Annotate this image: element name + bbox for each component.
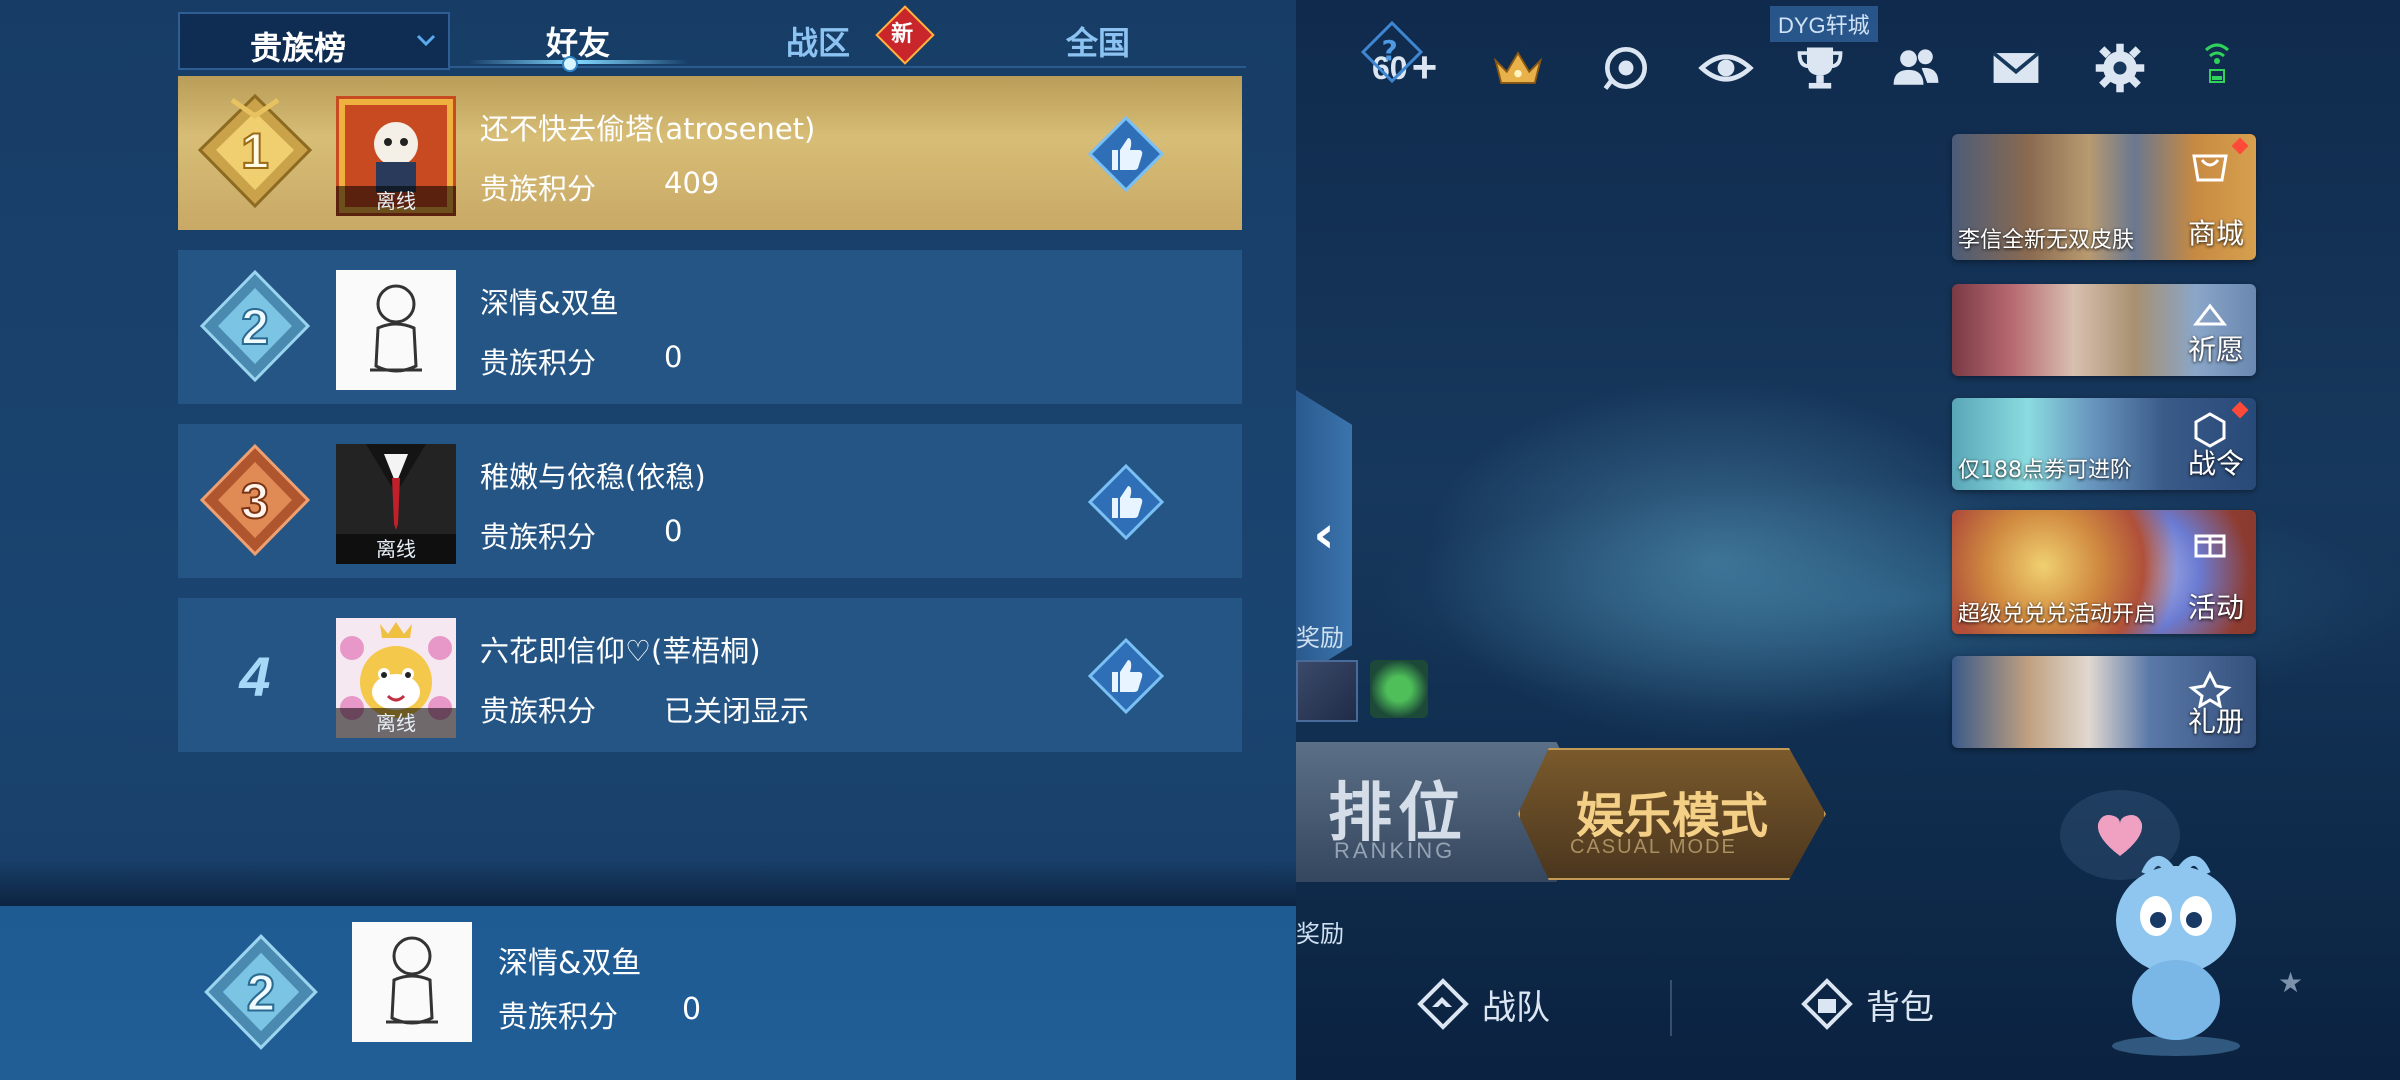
leaderboard-tabbar: 贵族榜 好友 战区 新 全国 ? (178, 5, 1424, 84)
rank-number: 4 (238, 645, 270, 708)
bag-icon (1801, 978, 1853, 1030)
rank-silver-badge: 2 (204, 934, 318, 1050)
thumbs-up-icon[interactable] (1088, 638, 1164, 714)
leaderboard-row[interactable]: 4 离线 六花即信仰♡(莘梧桐) 贵族积分 已关闭显示 (178, 598, 1242, 752)
settings-gear-icon[interactable] (2090, 38, 2150, 98)
wish-card[interactable]: 祈愿 (1952, 284, 2256, 376)
player-avatar[interactable]: 离线 (336, 444, 456, 564)
shop-card-label: 商城 (2187, 217, 2244, 250)
gift-book-card[interactable]: 礼册 (1952, 656, 2256, 748)
team-label: 战队 (1482, 987, 1550, 1028)
battle-pass-card-label: 战令 (2187, 447, 2244, 480)
offline-label: 离线 (336, 708, 456, 738)
my-rank-bar[interactable]: 2 深情&双鱼 贵族积分 0 (0, 906, 1296, 1080)
panel-divider (0, 860, 1296, 906)
player-name: 还不快去偷塔(atrosenet) (480, 112, 816, 146)
rewards-label: 奖励 (1296, 920, 1344, 948)
chevron-down-icon (416, 34, 436, 47)
active-tab-dot (562, 56, 578, 72)
player-name: 六花即信仰♡(莘梧桐) (480, 634, 761, 668)
board-type-label: 贵族榜 (250, 29, 347, 67)
leaderboard-row[interactable]: 1 离线 还不快去偷塔(atrosenet) 贵族积分 409 (178, 76, 1242, 230)
rewards-label: 奖励 (1296, 624, 1344, 652)
help-icon: ? (1381, 33, 1398, 67)
rank-number: 1 (241, 123, 269, 179)
rank-silver-badge: 2 (199, 269, 311, 383)
board-type-dropdown[interactable]: 贵族榜 (178, 12, 450, 70)
rank-number: 3 (241, 473, 269, 529)
rank-number: 2 (247, 964, 276, 1022)
score-label: 贵族积分 (480, 172, 597, 206)
rank-bronze-badge: 3 (199, 443, 311, 557)
player-avatar[interactable] (336, 270, 456, 390)
tab-national[interactable]: 全国 (1038, 18, 1158, 68)
avatar-image (352, 922, 472, 1042)
ranking-subtitle: RANKING (1334, 838, 1456, 863)
record-icon[interactable] (1596, 38, 1656, 98)
team-icon (1417, 978, 1469, 1030)
avatar-image (336, 270, 456, 390)
events-icon (2194, 534, 2226, 558)
shop-card[interactable]: 李信全新无双皮肤 商城 (1952, 134, 2256, 260)
score-value: 0 (664, 514, 683, 548)
trophy-icon[interactable] (1790, 38, 1850, 98)
rank-number-badge: 4 (238, 645, 270, 708)
shop-card-caption: 李信全新无双皮肤 (1958, 228, 2135, 253)
player-avatar[interactable]: 离线 (336, 618, 456, 738)
mail-icon[interactable] (1986, 38, 2046, 98)
score-label: 贵族积分 (480, 520, 597, 554)
player-name: 稚嫩与依稳(依稳) (480, 460, 706, 494)
bag-label: 背包 (1866, 987, 1934, 1028)
leaderboard-panel: 贵族榜 好友 战区 新 全国 ? 1 离线 还不快去偷塔(atrosenet) … (0, 0, 1424, 1080)
leaderboard-row[interactable]: 2 深情&双鱼 贵族积分 0 (178, 250, 1242, 404)
bag-button[interactable]: 背包 (1800, 972, 1934, 1036)
player-avatar[interactable]: 离线 (336, 96, 456, 216)
casual-mode-button[interactable]: 娱乐模式 CASUAL MODE (1518, 748, 1826, 880)
score-value: 0 (664, 340, 683, 374)
player-name: 深情&双鱼 (480, 286, 619, 320)
battle-pass-card-caption: 仅188点券可进阶 (1958, 458, 2132, 483)
offline-label: 离线 (336, 186, 456, 216)
friends-icon[interactable] (1886, 38, 1946, 98)
shop-icon (2192, 154, 2228, 182)
mascot-character[interactable] (2086, 790, 2256, 1060)
leaderboard-row[interactable]: 3 离线 稚嫩与依稳(依稳) 贵族积分 0 (178, 424, 1242, 578)
team-button[interactable]: 战队 (1416, 972, 1550, 1036)
score-value: 0 (682, 992, 702, 1027)
battle-pass-card[interactable]: 仅188点券可进阶 战令 (1952, 398, 2256, 490)
new-badge-label: 新 (891, 22, 914, 48)
events-card-label: 活动 (2187, 591, 2244, 624)
events-card-caption: 超级兑兑兑活动开启 (1958, 602, 2157, 627)
game-lobby-background: 60 + DYG轩城 李信全新无双皮肤 商城 祈愿 仅188点券可进阶 战令 超… (1296, 0, 2400, 1080)
reward-item[interactable] (1296, 660, 1358, 722)
reward-item[interactable] (1370, 660, 1428, 718)
casual-subtitle: CASUAL MODE (1570, 836, 1737, 858)
crown-icon[interactable] (1488, 38, 1548, 98)
my-name: 深情&双鱼 (498, 946, 642, 981)
server-tag: DYG轩城 (1770, 6, 1878, 42)
my-avatar[interactable] (352, 922, 472, 1042)
events-card[interactable]: 超级兑兑兑活动开启 活动 (1952, 510, 2256, 634)
rank-gold-badge: 1 (197, 93, 313, 209)
tab-region[interactable]: 战区 (758, 18, 878, 68)
new-badge: 新 (875, 5, 935, 65)
thumbs-up-icon[interactable] (1088, 116, 1164, 192)
score-label: 贵族积分 (480, 694, 597, 728)
wifi-signal-icon (2204, 43, 2230, 83)
score-value: 已关闭显示 (664, 694, 810, 728)
offline-label: 离线 (336, 534, 456, 564)
star-icon: ★ (2278, 966, 2304, 999)
score-label: 贵族积分 (498, 1000, 618, 1035)
score-label: 贵族积分 (480, 346, 597, 380)
thumbs-up-icon[interactable] (1088, 464, 1164, 540)
watch-icon[interactable] (1696, 38, 1756, 98)
chevron-left-icon: ‹ (1313, 505, 1335, 565)
gift-book-card-label: 礼册 (2187, 705, 2244, 738)
divider (1670, 980, 1672, 1036)
rank-number: 2 (241, 299, 269, 355)
wish-card-label: 祈愿 (2187, 333, 2244, 366)
score-value: 409 (664, 166, 720, 200)
active-tab-indicator (468, 60, 688, 64)
